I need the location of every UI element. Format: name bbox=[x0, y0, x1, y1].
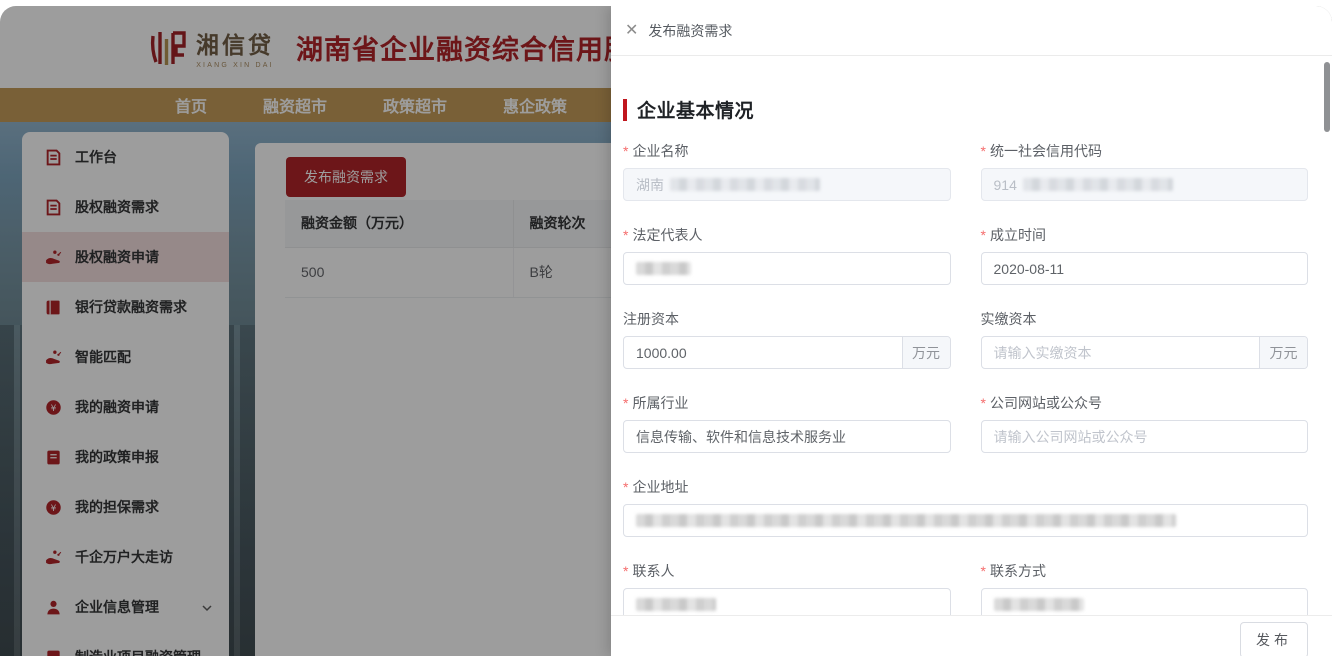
redacted-value bbox=[994, 598, 1084, 611]
unit-append: 万元 bbox=[1259, 337, 1307, 368]
section-title-company-basic: 企业基本情况 bbox=[623, 96, 1308, 123]
contact-phone-input[interactable] bbox=[981, 588, 1309, 615]
field-contact-phone: *联系方式 bbox=[981, 563, 1309, 615]
credit-code-input[interactable]: 914 bbox=[981, 168, 1309, 201]
required-asterisk: * bbox=[981, 143, 986, 159]
drawer-header: ✕ 发布融资需求 bbox=[611, 6, 1332, 56]
redacted-value bbox=[636, 262, 691, 275]
field-credit-code: *统一社会信用代码 914 bbox=[981, 143, 1309, 201]
redacted-value bbox=[636, 514, 1176, 527]
field-establish-date: *成立时间 2020-08-11 bbox=[981, 227, 1309, 285]
field-industry: *所属行业 信息传输、软件和信息技术服务业 bbox=[623, 395, 951, 453]
publish-financing-drawer: ✕ 发布融资需求 企业基本情况 *企业名称 湖南 *统一社 bbox=[611, 6, 1332, 656]
field-registered-capital: 注册资本 1000.00 万元 bbox=[623, 311, 951, 369]
field-company-name: *企业名称 湖南 bbox=[623, 143, 951, 201]
drawer-footer: 发布 bbox=[611, 615, 1332, 656]
unit-append: 万元 bbox=[902, 337, 950, 368]
required-asterisk: * bbox=[623, 143, 628, 159]
drawer-title: 发布融资需求 bbox=[648, 21, 732, 41]
required-asterisk: * bbox=[623, 479, 628, 495]
company-website-input[interactable]: 请输入公司网站或公众号 bbox=[981, 420, 1309, 453]
close-icon[interactable]: ✕ bbox=[625, 23, 638, 39]
field-legal-representative: *法定代表人 bbox=[623, 227, 951, 285]
required-asterisk: * bbox=[981, 227, 986, 243]
required-asterisk: * bbox=[623, 227, 628, 243]
required-asterisk: * bbox=[981, 395, 986, 411]
app-window: 湘信贷 XIANG XIN DAI 湖南省企业融资综合信用服务 首页 融资超市 … bbox=[0, 6, 1332, 656]
publish-submit-button[interactable]: 发布 bbox=[1240, 622, 1308, 656]
section-accent-bar bbox=[623, 99, 627, 121]
drawer-scrollbar-thumb[interactable] bbox=[1324, 62, 1330, 132]
required-asterisk: * bbox=[981, 563, 986, 579]
legal-representative-input[interactable] bbox=[623, 252, 951, 285]
company-address-input[interactable] bbox=[623, 504, 1308, 537]
required-asterisk: * bbox=[623, 395, 628, 411]
field-company-website: *公司网站或公众号 请输入公司网站或公众号 bbox=[981, 395, 1309, 453]
redacted-value bbox=[636, 598, 716, 611]
field-paidin-capital: 实缴资本 请输入实缴资本 万元 bbox=[981, 311, 1309, 369]
paidin-capital-input[interactable]: 请输入实缴资本 万元 bbox=[981, 336, 1309, 369]
registered-capital-input[interactable]: 1000.00 万元 bbox=[623, 336, 951, 369]
field-company-address: *企业地址 bbox=[623, 479, 1308, 537]
establish-date-input[interactable]: 2020-08-11 bbox=[981, 252, 1309, 285]
contact-person-input[interactable] bbox=[623, 588, 951, 615]
required-asterisk: * bbox=[623, 563, 628, 579]
field-contact-person: *联系人 bbox=[623, 563, 951, 615]
industry-input[interactable]: 信息传输、软件和信息技术服务业 bbox=[623, 420, 951, 453]
redacted-value bbox=[670, 178, 820, 191]
company-basic-form: *企业名称 湖南 *统一社会信用代码 914 *法定代表人 bbox=[623, 143, 1308, 615]
redacted-value bbox=[1023, 178, 1173, 191]
drawer-body: 企业基本情况 *企业名称 湖南 *统一社会信用代码 914 bbox=[611, 56, 1332, 615]
screen: 湘信贷 XIANG XIN DAI 湖南省企业融资综合信用服务 首页 融资超市 … bbox=[0, 0, 1332, 656]
company-name-input[interactable]: 湖南 bbox=[623, 168, 951, 201]
